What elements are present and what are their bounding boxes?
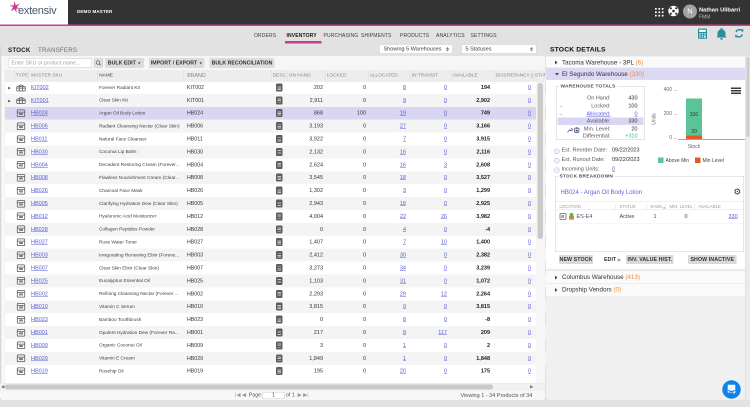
svg-text:extensiv: extensiv xyxy=(18,5,57,17)
